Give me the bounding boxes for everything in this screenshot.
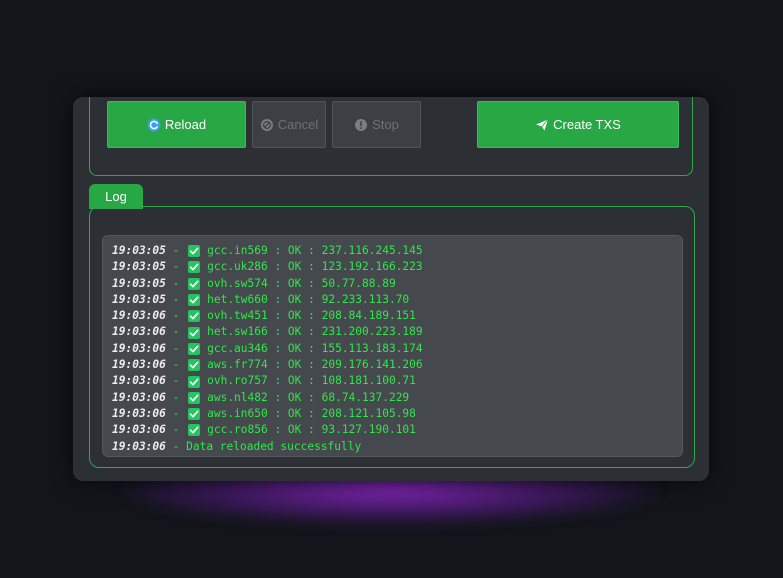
log-message: gcc.in569 : OK : 237.116.245.145 xyxy=(207,244,423,257)
log-timestamp: 19:03:06 xyxy=(112,309,166,323)
log-separator: - xyxy=(165,276,187,290)
tab-log-label: Log xyxy=(105,189,127,204)
log-message: het.tw660 : OK : 92.233.113.70 xyxy=(207,292,410,306)
log-separator: - xyxy=(165,439,187,453)
checkmark-icon xyxy=(188,326,201,339)
log-group: 19:03:05 - gcc.in569 : OK : 237.116.245.… xyxy=(89,206,695,468)
log-separator: - xyxy=(165,292,187,306)
log-timestamp: 19:03:05 xyxy=(112,260,166,274)
checkmark-icon xyxy=(188,310,201,323)
log-separator: - xyxy=(165,341,187,355)
log-message: gcc.au346 : OK : 155.113.183.174 xyxy=(207,341,423,355)
log-separator: - xyxy=(165,406,187,420)
cancel-button[interactable]: Cancel xyxy=(252,101,326,148)
log-separator: - xyxy=(165,309,187,323)
tab-log[interactable]: Log xyxy=(89,184,143,209)
log-timestamp: 19:03:06 xyxy=(112,325,166,339)
log-line: 19:03:06 - aws.fr774 : OK : 209.176.141.… xyxy=(112,357,682,373)
log-separator: - xyxy=(165,374,187,388)
log-timestamp: 19:03:06 xyxy=(112,374,166,388)
log-separator: - xyxy=(165,325,187,339)
stop-button[interactable]: Stop xyxy=(332,101,421,148)
checkmark-icon xyxy=(188,424,201,437)
controls-group: Reload Cancel Stop Create TXS xyxy=(89,97,693,176)
log-message: Data reloaded successfully xyxy=(186,439,362,453)
cancel-icon xyxy=(260,118,274,132)
alert-icon xyxy=(354,118,368,132)
log-separator: - xyxy=(165,358,187,372)
log-timestamp: 19:03:06 xyxy=(112,341,166,355)
log-line: 19:03:06 - aws.nl482 : OK : 68.74.137.22… xyxy=(112,390,682,406)
app-window: Reload Cancel Stop Create TXS Log 19:03:… xyxy=(73,97,709,481)
log-line: 19:03:06 - Data reloaded successfully xyxy=(112,439,682,455)
log-timestamp: 19:03:06 xyxy=(112,358,166,372)
log-timestamp: 19:03:06 xyxy=(112,439,166,453)
checkmark-icon xyxy=(188,408,201,421)
log-message: gcc.ro856 : OK : 93.127.190.101 xyxy=(207,423,416,437)
log-timestamp: 19:03:06 xyxy=(112,390,166,404)
log-message: aws.nl482 : OK : 68.74.137.229 xyxy=(207,390,410,404)
checkmark-icon xyxy=(188,342,201,355)
log-timestamp: 19:03:06 xyxy=(112,423,166,437)
log-message: gcc.uk286 : OK : 123.192.166.223 xyxy=(207,260,423,274)
log-line: 19:03:05 - ovh.sw574 : OK : 50.77.88.89 xyxy=(112,276,682,292)
log-timestamp: 19:03:05 xyxy=(112,276,166,290)
log-message: ovh.ro757 : OK : 108.181.100.71 xyxy=(207,374,416,388)
log-message: aws.fr774 : OK : 209.176.141.206 xyxy=(207,358,423,372)
log-message: het.sw166 : OK : 231.200.223.189 xyxy=(207,325,423,339)
checkmark-icon xyxy=(188,245,201,258)
stop-label: Stop xyxy=(372,117,399,132)
checkmark-icon xyxy=(188,277,201,290)
log-line: 19:03:06 - gcc.ro856 : OK : 93.127.190.1… xyxy=(112,422,682,438)
log-separator: - xyxy=(165,390,187,404)
cancel-label: Cancel xyxy=(277,117,319,132)
log-timestamp: 19:03:05 xyxy=(112,244,166,257)
checkmark-icon xyxy=(188,375,201,388)
send-icon xyxy=(535,118,549,132)
refresh-icon xyxy=(147,118,161,132)
reload-label: Reload xyxy=(164,117,207,132)
checkmark-icon xyxy=(188,294,201,307)
log-line: 19:03:06 - ovh.tw451 : OK : 208.84.189.1… xyxy=(112,308,682,324)
log-line: 19:03:05 - gcc.uk286 : OK : 123.192.166.… xyxy=(112,259,682,275)
log-message: ovh.tw451 : OK : 208.84.189.151 xyxy=(207,309,416,323)
log-line: 19:03:06 - gcc.au346 : OK : 155.113.183.… xyxy=(112,341,682,357)
log-separator: - xyxy=(165,244,187,257)
log-output[interactable]: 19:03:05 - gcc.in569 : OK : 237.116.245.… xyxy=(102,235,683,457)
log-line: 19:03:05 - het.tw660 : OK : 92.233.113.7… xyxy=(112,292,682,308)
checkmark-icon xyxy=(188,391,201,404)
log-line: 19:03:06 - aws.in650 : OK : 208.121.105.… xyxy=(112,406,682,422)
log-line: 19:03:05 - gcc.in569 : OK : 237.116.245.… xyxy=(112,243,682,259)
log-timestamp: 19:03:05 xyxy=(112,292,166,306)
checkmark-icon xyxy=(188,359,201,372)
log-line: 19:03:06 - ovh.ro757 : OK : 108.181.100.… xyxy=(112,373,682,389)
checkmark-icon xyxy=(188,261,201,274)
log-message: ovh.sw574 : OK : 50.77.88.89 xyxy=(207,276,396,290)
create-txs-button[interactable]: Create TXS xyxy=(477,101,679,148)
log-timestamp: 19:03:06 xyxy=(112,406,166,420)
reload-button[interactable]: Reload xyxy=(107,101,246,148)
log-message: aws.in650 : OK : 208.121.105.98 xyxy=(207,406,416,420)
create-txs-label: Create TXS xyxy=(553,117,621,132)
log-separator: - xyxy=(165,260,187,274)
log-line: 19:03:06 - het.sw166 : OK : 231.200.223.… xyxy=(112,324,682,340)
log-separator: - xyxy=(165,423,187,437)
